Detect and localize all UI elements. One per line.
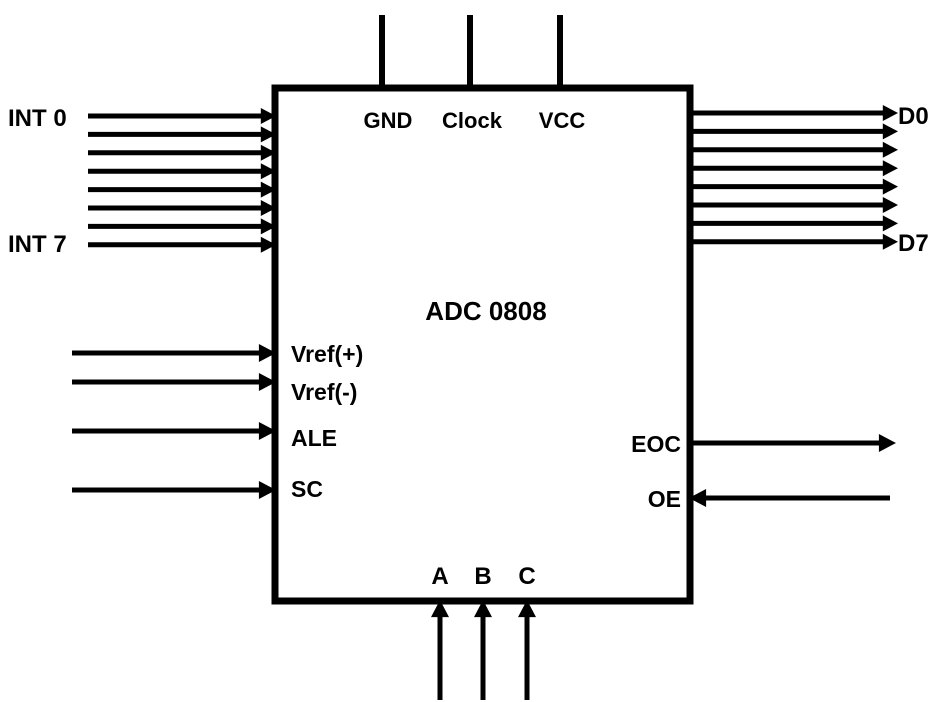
data-output-arrow-4 xyxy=(882,178,898,195)
select-pin-label-b: B xyxy=(474,563,491,590)
select-pin-label-a: A xyxy=(431,563,448,590)
top-pin-label-vcc: VCC xyxy=(539,108,586,133)
select-pin-label-c: C xyxy=(518,563,535,590)
left-control-label-ale: ALE xyxy=(291,425,337,451)
data-output-first-label: D0 xyxy=(898,103,929,130)
top-pins-group: GND Clock VCC xyxy=(364,15,586,133)
data-output-last-label: D7 xyxy=(898,230,929,257)
data-output-bus-group xyxy=(690,105,898,250)
data-output-arrow-6 xyxy=(882,215,898,232)
analog-input-bus-group xyxy=(88,108,276,253)
bottom-select-pins-group: ABC xyxy=(431,563,536,700)
right-control-label-oe: OE xyxy=(648,486,681,512)
data-output-arrow-1 xyxy=(882,123,898,140)
analog-input-last-label: INT 7 xyxy=(8,231,67,258)
analog-input-first-label: INT 0 xyxy=(8,105,67,132)
right-control-label-eoc: EOC xyxy=(631,431,681,457)
adc0808-block-diagram: GND Clock VCC Vref(+) Vref(-) ALE SC EOC OE AB… xyxy=(0,0,936,702)
left-control-label-vref: Vref(+) xyxy=(291,341,363,367)
data-output-arrow-7 xyxy=(882,233,898,250)
diagram-canvas: GND Clock VCC Vref(+) Vref(-) ALE SC EOC OE AB… xyxy=(8,15,929,700)
top-pin-label-clock: Clock xyxy=(442,108,503,133)
data-output-arrow-2 xyxy=(882,141,898,158)
chip-name-label: ADC 0808 xyxy=(425,296,546,326)
data-output-arrow-3 xyxy=(882,160,898,177)
data-output-arrow-0 xyxy=(882,105,898,121)
left-control-label-vref: Vref(-) xyxy=(291,379,357,405)
data-output-arrow-5 xyxy=(882,197,898,213)
right-control-arrow-eoc xyxy=(878,434,896,452)
top-pin-label-gnd: GND xyxy=(364,108,413,133)
left-control-label-sc: SC xyxy=(291,476,323,502)
